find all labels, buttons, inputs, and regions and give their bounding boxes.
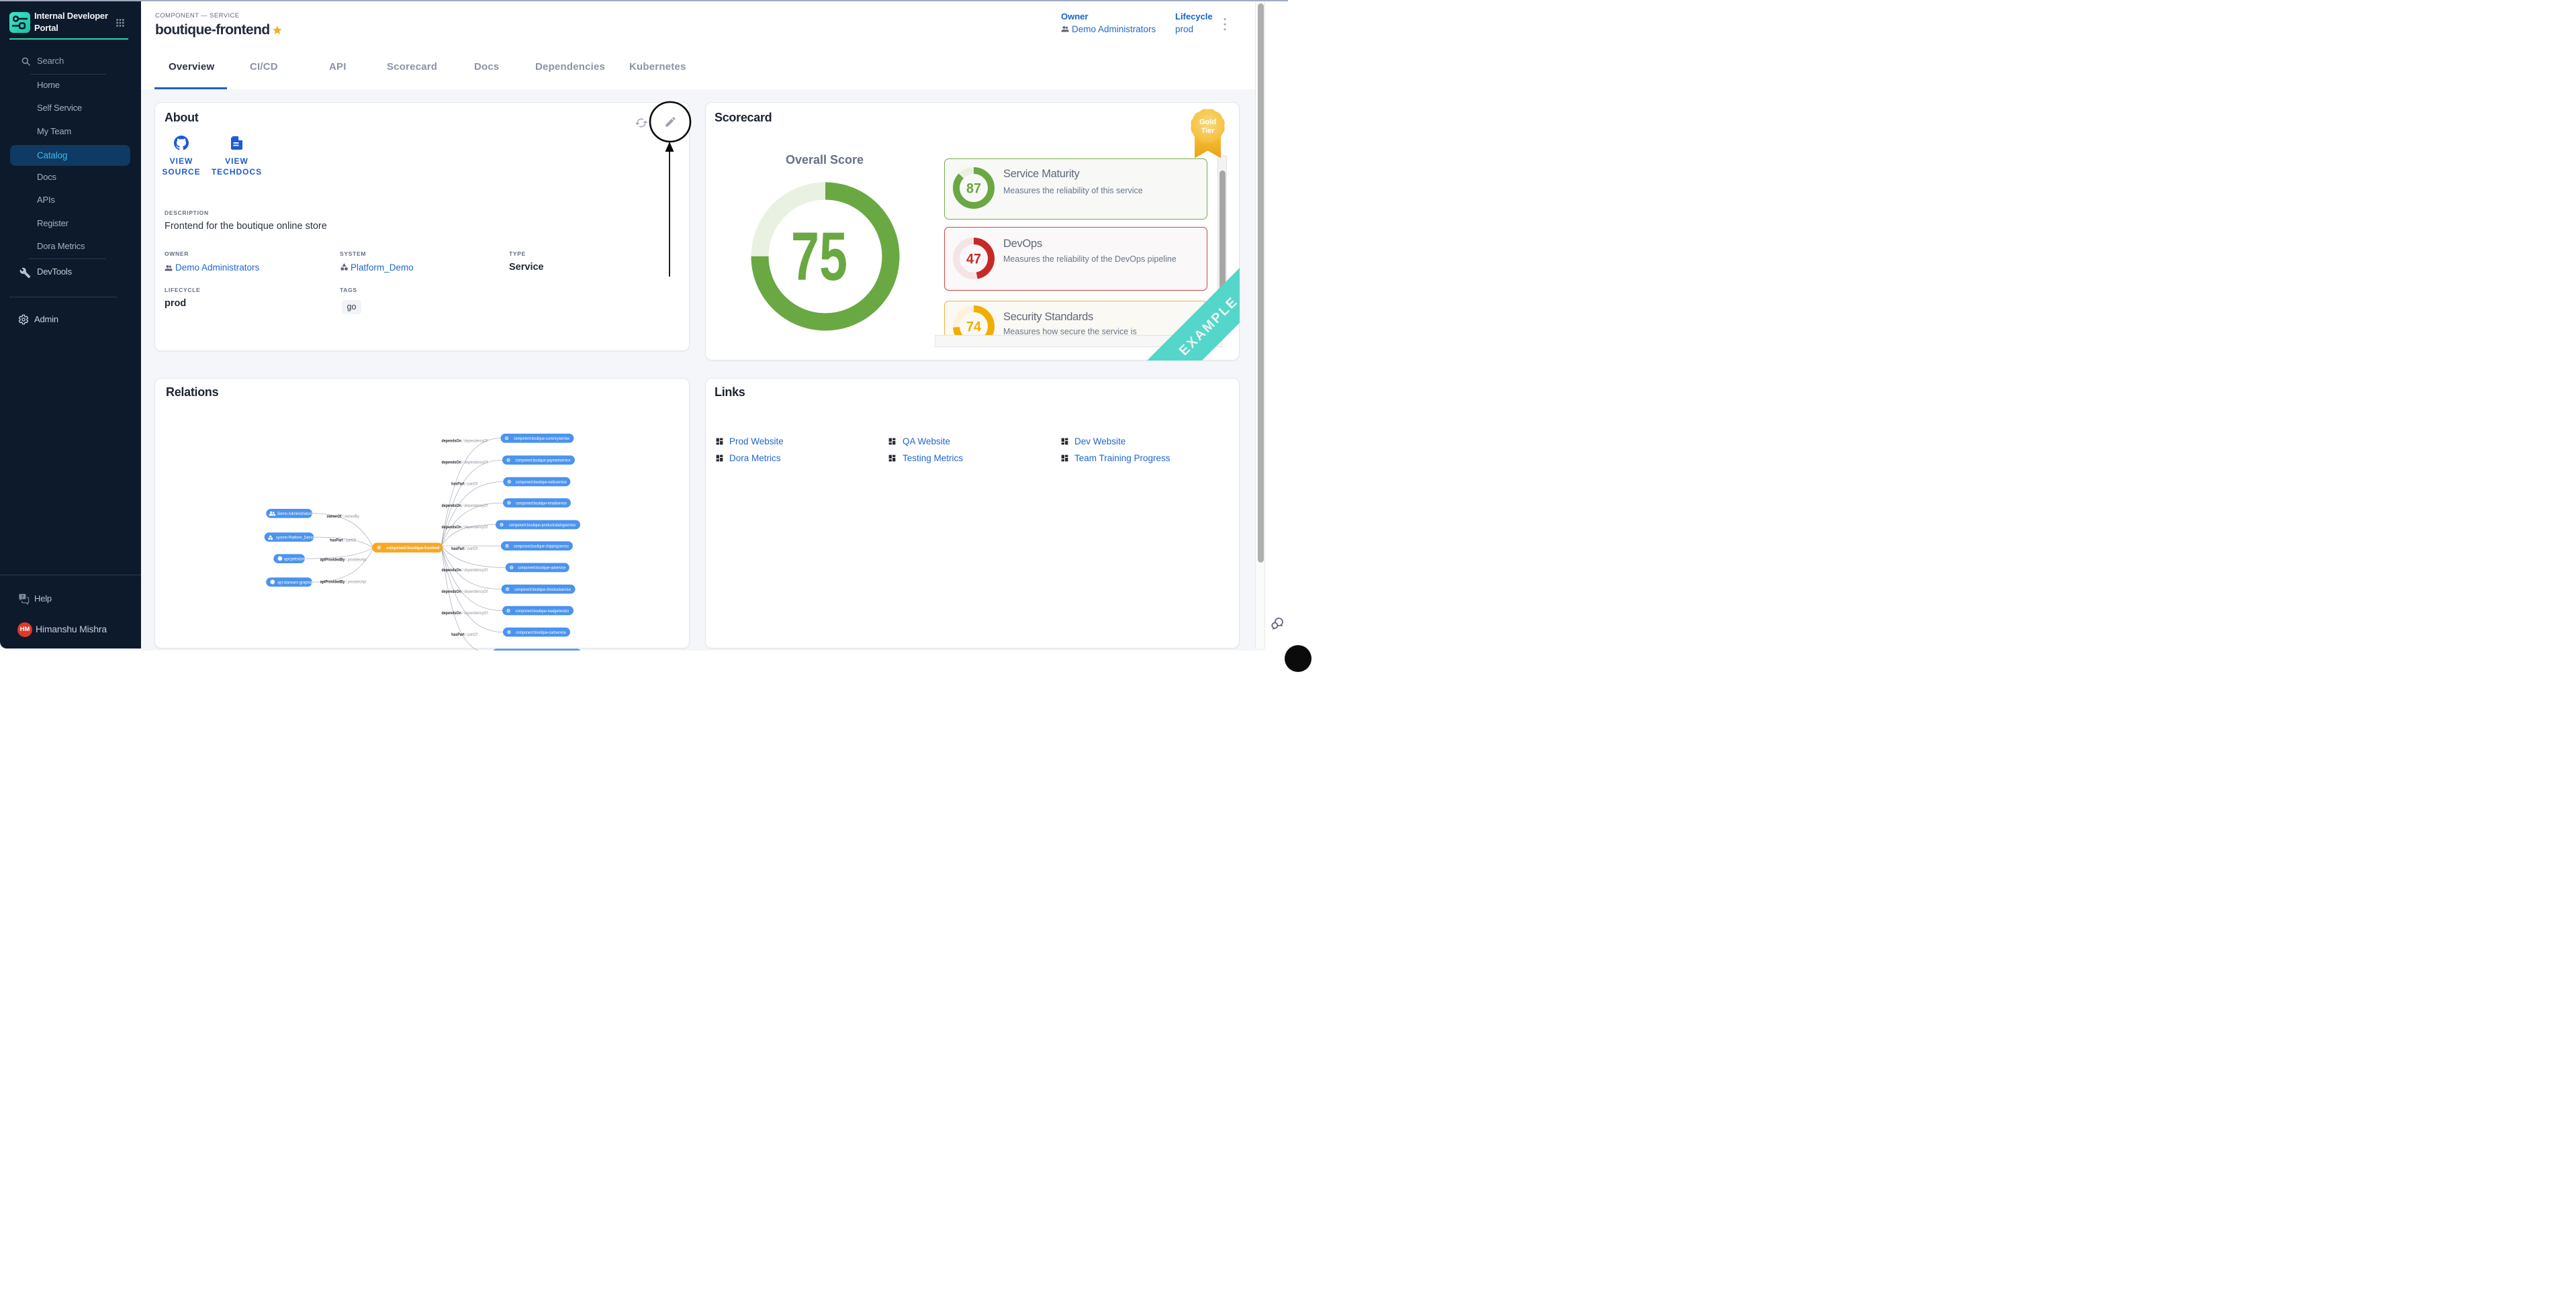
svg-text:ownerOf / ownedBy: ownerOf / ownedBy [327, 514, 360, 519]
svg-text:hasPart / partOf: hasPart / partOf [330, 538, 356, 543]
svg-text:component:boutique-paymentserv: component:boutique-paymentservice [516, 459, 571, 463]
svg-text:component:boutique-redisservic: component:boutique-redisservice [516, 481, 567, 485]
svg-text:hasPart / partOf: hasPart / partOf [451, 632, 477, 637]
svg-text:dependsOn / dependencyOf: dependsOn / dependencyOf [442, 611, 488, 616]
svg-text:47: 47 [966, 252, 981, 267]
svg-text:dependsOn / dependencyOf: dependsOn / dependencyOf [442, 525, 488, 530]
svg-text:component:boutique-loadgenerat: component:boutique-loadgenerator [516, 610, 569, 614]
svg-text:component:boutique-checkoutser: component:boutique-checkoutservice [514, 588, 571, 592]
svg-text:component:boutique-shippingser: component:boutique-shippingservice [514, 544, 569, 548]
svg-text:dependsOn / dependencyOf: dependsOn / dependencyOf [442, 503, 488, 508]
svg-text:apiProvidedBy / providesApi: apiProvidedBy / providesApi [320, 558, 367, 563]
svg-text:74: 74 [966, 319, 981, 334]
svg-text:75: 75 [791, 218, 847, 295]
svg-text:Gold: Gold [1199, 118, 1216, 126]
svg-text:dependsOn / dependencyOf: dependsOn / dependencyOf [442, 461, 488, 465]
svg-text:component:boutique-productcata: component:boutique-productcatalogservice [509, 524, 576, 528]
svg-text:Tier: Tier [1201, 127, 1215, 135]
svg-text:component:boutique-emailservic: component:boutique-emailservice [516, 501, 567, 505]
svg-text:Demo Administrators: Demo Administrators [277, 512, 312, 516]
svg-text:api:starwars-graphql: api:starwars-graphql [277, 581, 312, 585]
svg-text:dependsOn / dependencyOf: dependsOn / dependencyOf [442, 568, 488, 573]
svg-text:component:boutique-adservice: component:boutique-adservice [518, 567, 566, 571]
svg-text:dependsOn / dependencyOf: dependsOn / dependencyOf [442, 589, 488, 594]
svg-text:component:boutique-cartservice: component:boutique-cartservice [516, 631, 567, 635]
svg-text:?: ? [21, 595, 24, 599]
svg-text:87: 87 [966, 181, 981, 196]
svg-text:component:boutique-currencyser: component:boutique-currencyservice [514, 437, 570, 441]
svg-text:hasPart / partOf: hasPart / partOf [451, 482, 477, 487]
svg-text:dependsOn / dependencyOf: dependsOn / dependencyOf [442, 439, 488, 444]
svg-text:system:Platform_Demo: system:Platform_Demo [276, 536, 314, 540]
svg-text:hasPart / partOf: hasPart / partOf [451, 546, 477, 551]
svg-text:component:boutique-frontend: component:boutique-frontend [387, 546, 440, 550]
svg-text:api:petstore: api:petstore [284, 557, 307, 561]
svg-text:apiProvidedBy / providesApi: apiProvidedBy / providesApi [320, 579, 367, 584]
